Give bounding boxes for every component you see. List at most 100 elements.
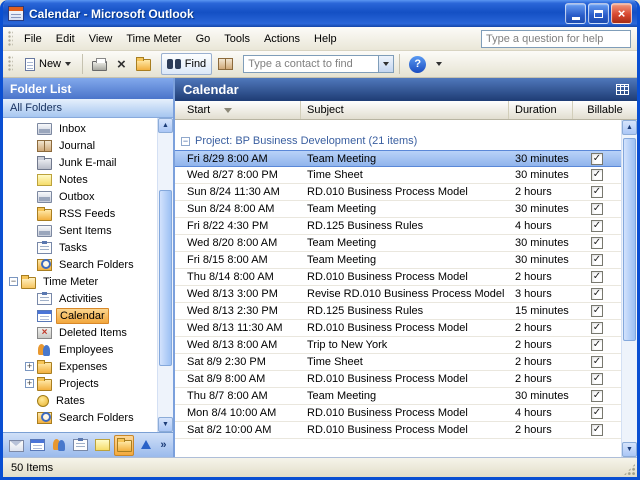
table-row[interactable]: Wed 8/20 8:00 AMTeam Meeting30 minutes✓ bbox=[175, 235, 621, 252]
billable-checkbox[interactable]: ✓ bbox=[591, 169, 603, 181]
folder-item-notes[interactable]: Notes bbox=[3, 171, 157, 188]
toolbar-options-button[interactable] bbox=[432, 53, 446, 75]
table-row[interactable]: Fri 8/29 8:00 AMTeam Meeting30 minutes✓ bbox=[175, 150, 621, 167]
folder-item-rates[interactable]: Rates bbox=[3, 392, 157, 409]
folder-item-time-meter[interactable]: −Time Meter bbox=[3, 273, 157, 290]
billable-checkbox[interactable]: ✓ bbox=[591, 288, 603, 300]
table-row[interactable]: Sun 8/24 8:00 AMTeam Meeting30 minutes✓ bbox=[175, 201, 621, 218]
column-header-duration[interactable]: Duration bbox=[509, 101, 573, 119]
billable-checkbox[interactable]: ✓ bbox=[591, 153, 603, 165]
folder-list-shortcut-button[interactable] bbox=[114, 435, 135, 456]
column-header-subject[interactable]: Subject bbox=[301, 101, 509, 119]
billable-checkbox[interactable]: ✓ bbox=[591, 237, 603, 249]
all-folders-header[interactable]: All Folders bbox=[3, 99, 173, 118]
table-row[interactable]: Fri 8/22 4:30 PMRD.125 Business Rules4 h… bbox=[175, 218, 621, 235]
menu-item-go[interactable]: Go bbox=[189, 29, 218, 49]
table-row[interactable]: Thu 8/14 8:00 AMRD.010 Business Process … bbox=[175, 269, 621, 286]
view-grid-icon[interactable] bbox=[616, 84, 629, 95]
group-header[interactable]: − Project: BP Business Development (21 i… bbox=[175, 132, 621, 150]
delete-button[interactable]: × bbox=[113, 53, 130, 75]
billable-checkbox[interactable]: ✓ bbox=[591, 305, 603, 317]
address-book-button[interactable] bbox=[214, 53, 241, 75]
table-row[interactable]: Wed 8/13 11:30 AMRD.010 Business Process… bbox=[175, 320, 621, 337]
table-row[interactable]: Wed 8/13 8:00 AMTrip to New York2 hours✓ bbox=[175, 337, 621, 354]
grid-scrollbar[interactable]: ▲ ▼ bbox=[621, 120, 637, 457]
billable-checkbox[interactable]: ✓ bbox=[591, 390, 603, 402]
folder-item-projects[interactable]: +Projects bbox=[3, 375, 157, 392]
billable-checkbox[interactable]: ✓ bbox=[591, 254, 603, 266]
find-button[interactable]: Find bbox=[161, 53, 212, 75]
billable-checkbox[interactable]: ✓ bbox=[591, 220, 603, 232]
scrollbar-thumb[interactable] bbox=[159, 190, 172, 366]
expander-plus-icon[interactable]: + bbox=[25, 379, 34, 388]
table-row[interactable]: Thu 8/7 8:00 AMTeam Meeting30 minutes✓ bbox=[175, 388, 621, 405]
new-button[interactable]: New bbox=[19, 53, 77, 75]
billable-checkbox[interactable]: ✓ bbox=[591, 424, 603, 436]
scrollbar-track[interactable] bbox=[622, 135, 637, 442]
billable-checkbox[interactable]: ✓ bbox=[591, 339, 603, 351]
billable-checkbox[interactable]: ✓ bbox=[591, 186, 603, 198]
table-row[interactable]: Mon 8/4 10:00 AMRD.010 Business Process … bbox=[175, 405, 621, 422]
close-button[interactable]: × bbox=[611, 3, 632, 24]
help-button[interactable]: ? bbox=[405, 53, 430, 75]
scroll-up-button[interactable]: ▲ bbox=[622, 120, 637, 135]
scroll-up-button[interactable]: ▲ bbox=[158, 118, 173, 133]
configure-buttons-shortcut-button[interactable]: » bbox=[157, 435, 170, 456]
scroll-down-button[interactable]: ▼ bbox=[622, 442, 637, 457]
billable-checkbox[interactable]: ✓ bbox=[591, 407, 603, 419]
resize-grip[interactable] bbox=[623, 463, 636, 476]
billable-checkbox[interactable]: ✓ bbox=[591, 322, 603, 334]
folder-item-employees[interactable]: Employees bbox=[3, 341, 157, 358]
expander-minus-icon[interactable]: − bbox=[9, 277, 18, 286]
table-row[interactable]: Sun 8/24 11:30 AMRD.010 Business Process… bbox=[175, 184, 621, 201]
menu-item-view[interactable]: View bbox=[82, 29, 120, 49]
folder-item-inbox[interactable]: Inbox bbox=[3, 120, 157, 137]
table-row[interactable]: Wed 8/27 8:00 PMTime Sheet30 minutes✓ bbox=[175, 167, 621, 184]
folder-item-search-folders[interactable]: Search Folders bbox=[3, 409, 157, 426]
collapse-group-icon[interactable]: − bbox=[181, 137, 190, 146]
scroll-down-button[interactable]: ▼ bbox=[158, 417, 173, 432]
billable-checkbox[interactable]: ✓ bbox=[591, 203, 603, 215]
print-button[interactable] bbox=[88, 53, 111, 75]
billable-checkbox[interactable]: ✓ bbox=[591, 373, 603, 385]
folder-item-calendar[interactable]: Calendar bbox=[3, 307, 157, 324]
folder-item-activities[interactable]: Activities bbox=[3, 290, 157, 307]
maximize-button[interactable] bbox=[588, 3, 609, 24]
move-to-folder-button[interactable] bbox=[132, 53, 159, 75]
table-row[interactable]: Wed 8/13 2:30 PMRD.125 Business Rules15 … bbox=[175, 303, 621, 320]
scrollbar-track[interactable] bbox=[158, 133, 173, 417]
tasks-shortcut-button[interactable] bbox=[71, 435, 92, 456]
new-dropdown-caret-icon[interactable] bbox=[65, 62, 71, 66]
folder-item-junk-e-mail[interactable]: Junk E-mail bbox=[3, 154, 157, 171]
table-row[interactable]: Sat 8/9 2:30 PMTime Sheet2 hours✓ bbox=[175, 354, 621, 371]
title-bar[interactable]: Calendar - Microsoft Outlook × bbox=[3, 0, 637, 27]
menu-item-actions[interactable]: Actions bbox=[257, 29, 307, 49]
folder-item-expenses[interactable]: +Expenses bbox=[3, 358, 157, 375]
folder-tree-scrollbar[interactable]: ▲ ▼ bbox=[157, 118, 173, 432]
contact-search-input[interactable] bbox=[243, 55, 379, 73]
table-row[interactable]: Wed 8/13 3:00 PMRevise RD.010 Business P… bbox=[175, 286, 621, 303]
menu-item-tools[interactable]: Tools bbox=[217, 29, 257, 49]
billable-checkbox[interactable]: ✓ bbox=[591, 271, 603, 283]
column-header-start[interactable]: Start bbox=[175, 101, 301, 119]
folder-item-outbox[interactable]: Outbox bbox=[3, 188, 157, 205]
folder-item-deleted-items[interactable]: Deleted Items bbox=[3, 324, 157, 341]
menu-item-time-meter[interactable]: Time Meter bbox=[119, 29, 188, 49]
expander-plus-icon[interactable]: + bbox=[25, 362, 34, 371]
folder-item-tasks[interactable]: Tasks bbox=[3, 239, 157, 256]
billable-checkbox[interactable]: ✓ bbox=[591, 356, 603, 368]
contacts-shortcut-button[interactable] bbox=[49, 435, 70, 456]
table-row[interactable]: Fri 8/15 8:00 AMTeam Meeting30 minutes✓ bbox=[175, 252, 621, 269]
folder-item-search-folders[interactable]: Search Folders bbox=[3, 256, 157, 273]
mail-shortcut-button[interactable] bbox=[6, 435, 27, 456]
notes-shortcut-button[interactable] bbox=[92, 435, 113, 456]
shortcuts-shortcut-button[interactable] bbox=[135, 435, 156, 456]
menu-item-edit[interactable]: Edit bbox=[49, 29, 82, 49]
folder-item-journal[interactable]: Journal bbox=[3, 137, 157, 154]
ask-question-input[interactable] bbox=[481, 30, 631, 48]
folder-item-sent-items[interactable]: Sent Items bbox=[3, 222, 157, 239]
scrollbar-thumb[interactable] bbox=[623, 138, 636, 341]
menu-item-help[interactable]: Help bbox=[307, 29, 344, 49]
column-header-billable[interactable]: Billable bbox=[573, 101, 637, 119]
minimize-button[interactable] bbox=[565, 3, 586, 24]
